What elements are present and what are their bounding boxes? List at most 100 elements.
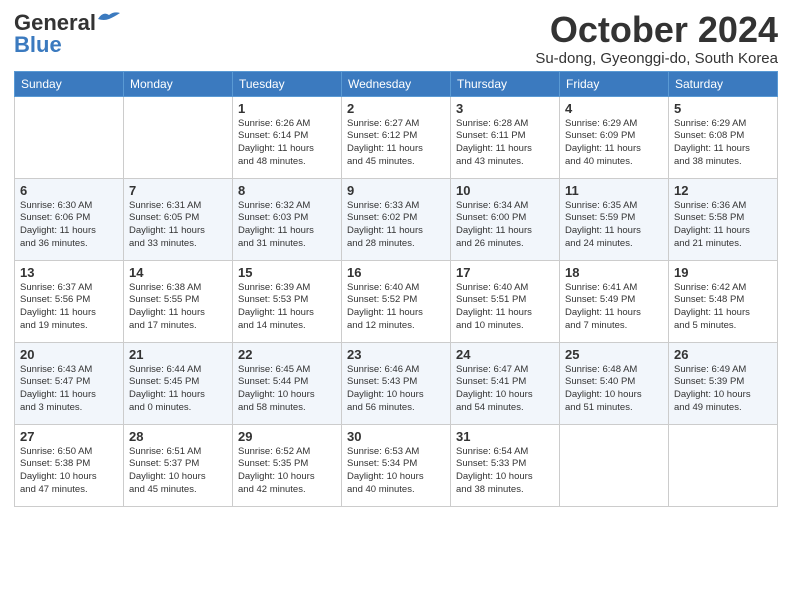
day-number: 11 — [565, 183, 663, 198]
calendar-week-row: 1 Sunrise: 6:26 AM Sunset: 6:14 PM Daylig… — [15, 96, 778, 178]
day-info: Sunrise: 6:45 AM Sunset: 5:44 PM Dayligh… — [238, 364, 336, 415]
day-info: Sunrise: 6:53 AM Sunset: 5:34 PM Dayligh… — [347, 446, 445, 497]
day-info: Sunrise: 6:50 AM Sunset: 5:38 PM Dayligh… — [20, 446, 118, 497]
day-number: 9 — [347, 183, 445, 198]
day-info: Sunrise: 6:35 AM Sunset: 5:59 PM Dayligh… — [565, 200, 663, 251]
day-number: 18 — [565, 265, 663, 280]
day-info: Sunrise: 6:48 AM Sunset: 5:40 PM Dayligh… — [565, 364, 663, 415]
table-row — [669, 424, 778, 506]
day-info: Sunrise: 6:36 AM Sunset: 5:58 PM Dayligh… — [674, 200, 772, 251]
header-sunday: Sunday — [15, 71, 124, 96]
day-number: 16 — [347, 265, 445, 280]
day-number: 14 — [129, 265, 227, 280]
day-info: Sunrise: 6:30 AM Sunset: 6:06 PM Dayligh… — [20, 200, 118, 251]
calendar-table: Sunday Monday Tuesday Wednesday Thursday… — [14, 71, 778, 507]
day-number: 5 — [674, 101, 772, 116]
calendar-week-row: 20Sunrise: 6:43 AM Sunset: 5:47 PM Dayli… — [15, 342, 778, 424]
day-info: Sunrise: 6:39 AM Sunset: 5:53 PM Dayligh… — [238, 282, 336, 333]
day-number: 17 — [456, 265, 554, 280]
day-number: 23 — [347, 347, 445, 362]
logo-bird-icon — [98, 11, 120, 27]
logo: General Blue — [14, 10, 120, 58]
title-block: October 2024 Su-dong, Gyeonggi-do, South… — [535, 10, 778, 67]
day-info: Sunrise: 6:44 AM Sunset: 5:45 PM Dayligh… — [129, 364, 227, 415]
day-info: Sunrise: 6:47 AM Sunset: 5:41 PM Dayligh… — [456, 364, 554, 415]
day-info: Sunrise: 6:42 AM Sunset: 5:48 PM Dayligh… — [674, 282, 772, 333]
header-thursday: Thursday — [451, 71, 560, 96]
page-container: General Blue October 2024 Su-dong, Gyeon… — [0, 0, 792, 513]
day-number: 20 — [20, 347, 118, 362]
day-number: 4 — [565, 101, 663, 116]
day-info: Sunrise: 6:40 AM Sunset: 5:51 PM Dayligh… — [456, 282, 554, 333]
day-info: Sunrise: 6:46 AM Sunset: 5:43 PM Dayligh… — [347, 364, 445, 415]
day-info: Sunrise: 6:29 AM Sunset: 6:09 PM Dayligh… — [565, 118, 663, 169]
table-row: 21 Sunrise: 6:44 AM Sunset: 5:45 PM Dayli… — [124, 342, 233, 424]
day-number: 6 — [20, 183, 118, 198]
day-info: Sunrise: 6:34 AM Sunset: 6:00 PM Dayligh… — [456, 200, 554, 251]
table-row: 31 Sunrise: 6:54 AM Sunset: 5:33 PM Dayli… — [451, 424, 560, 506]
day-number: 3 — [456, 101, 554, 116]
day-number: 1 — [238, 101, 336, 116]
day-number: 21 — [129, 347, 227, 362]
table-row: 29Sunrise: 6:52 AM Sunset: 5:35 PM Dayli… — [233, 424, 342, 506]
table-row: 25Sunrise: 6:48 AM Sunset: 5:40 PM Dayli… — [560, 342, 669, 424]
day-info: Sunrise: 6:49 AM Sunset: 5:39 PM Dayligh… — [674, 364, 772, 415]
table-row: 15 Sunrise: 6:39 AM Sunset: 5:53 PM Dayli… — [233, 260, 342, 342]
day-number: 15 — [238, 265, 336, 280]
day-info: Sunrise: 6:54 AM Sunset: 5:33 PM Dayligh… — [456, 446, 554, 497]
table-row: 17 Sunrise: 6:40 AM Sunset: 5:51 PM Dayli… — [451, 260, 560, 342]
day-info: Sunrise: 6:29 AM Sunset: 6:08 PM Dayligh… — [674, 118, 772, 169]
logo-blue: Blue — [14, 32, 62, 58]
table-row: 1 Sunrise: 6:26 AM Sunset: 6:14 PM Daylig… — [233, 96, 342, 178]
table-row: 16 Sunrise: 6:40 AM Sunset: 5:52 PM Dayli… — [342, 260, 451, 342]
table-row: 9Sunrise: 6:33 AM Sunset: 6:02 PM Daylig… — [342, 178, 451, 260]
calendar-week-row: 13Sunrise: 6:37 AM Sunset: 5:56 PM Dayli… — [15, 260, 778, 342]
day-number: 8 — [238, 183, 336, 198]
table-row: 28Sunrise: 6:51 AM Sunset: 5:37 PM Dayli… — [124, 424, 233, 506]
day-number: 2 — [347, 101, 445, 116]
subtitle: Su-dong, Gyeonggi-do, South Korea — [535, 50, 778, 67]
calendar-week-row: 6 Sunrise: 6:30 AM Sunset: 6:06 PM Daylig… — [15, 178, 778, 260]
weekday-header-row: Sunday Monday Tuesday Wednesday Thursday… — [15, 71, 778, 96]
day-number: 30 — [347, 429, 445, 444]
table-row: 27 Sunrise: 6:50 AM Sunset: 5:38 PM Dayli… — [15, 424, 124, 506]
table-row: 7 Sunrise: 6:31 AM Sunset: 6:05 PM Daylig… — [124, 178, 233, 260]
table-row: 4 Sunrise: 6:29 AM Sunset: 6:09 PM Daylig… — [560, 96, 669, 178]
header-friday: Friday — [560, 71, 669, 96]
day-number: 7 — [129, 183, 227, 198]
day-info: Sunrise: 6:40 AM Sunset: 5:52 PM Dayligh… — [347, 282, 445, 333]
day-info: Sunrise: 6:52 AM Sunset: 5:35 PM Dayligh… — [238, 446, 336, 497]
table-row: 14Sunrise: 6:38 AM Sunset: 5:55 PM Dayli… — [124, 260, 233, 342]
table-row: 23 Sunrise: 6:46 AM Sunset: 5:43 PM Dayli… — [342, 342, 451, 424]
day-info: Sunrise: 6:32 AM Sunset: 6:03 PM Dayligh… — [238, 200, 336, 251]
table-row: 19Sunrise: 6:42 AM Sunset: 5:48 PM Dayli… — [669, 260, 778, 342]
header-wednesday: Wednesday — [342, 71, 451, 96]
table-row: 5 Sunrise: 6:29 AM Sunset: 6:08 PM Daylig… — [669, 96, 778, 178]
table-row: 20Sunrise: 6:43 AM Sunset: 5:47 PM Dayli… — [15, 342, 124, 424]
table-row: 24 Sunrise: 6:47 AM Sunset: 5:41 PM Dayli… — [451, 342, 560, 424]
day-number: 31 — [456, 429, 554, 444]
day-number: 10 — [456, 183, 554, 198]
header-monday: Monday — [124, 71, 233, 96]
day-info: Sunrise: 6:31 AM Sunset: 6:05 PM Dayligh… — [129, 200, 227, 251]
day-info: Sunrise: 6:28 AM Sunset: 6:11 PM Dayligh… — [456, 118, 554, 169]
table-row: 18Sunrise: 6:41 AM Sunset: 5:49 PM Dayli… — [560, 260, 669, 342]
day-info: Sunrise: 6:26 AM Sunset: 6:14 PM Dayligh… — [238, 118, 336, 169]
day-number: 27 — [20, 429, 118, 444]
day-info: Sunrise: 6:27 AM Sunset: 6:12 PM Dayligh… — [347, 118, 445, 169]
table-row: 30 Sunrise: 6:53 AM Sunset: 5:34 PM Dayli… — [342, 424, 451, 506]
table-row — [15, 96, 124, 178]
table-row — [124, 96, 233, 178]
day-number: 24 — [456, 347, 554, 362]
day-number: 26 — [674, 347, 772, 362]
header-tuesday: Tuesday — [233, 71, 342, 96]
day-number: 12 — [674, 183, 772, 198]
table-row: 6 Sunrise: 6:30 AM Sunset: 6:06 PM Daylig… — [15, 178, 124, 260]
table-row — [560, 424, 669, 506]
table-row: 13Sunrise: 6:37 AM Sunset: 5:56 PM Dayli… — [15, 260, 124, 342]
table-row: 3 Sunrise: 6:28 AM Sunset: 6:11 PM Daylig… — [451, 96, 560, 178]
calendar-week-row: 27 Sunrise: 6:50 AM Sunset: 5:38 PM Dayli… — [15, 424, 778, 506]
table-row: 11 Sunrise: 6:35 AM Sunset: 5:59 PM Dayli… — [560, 178, 669, 260]
table-row: 22Sunrise: 6:45 AM Sunset: 5:44 PM Dayli… — [233, 342, 342, 424]
day-info: Sunrise: 6:51 AM Sunset: 5:37 PM Dayligh… — [129, 446, 227, 497]
